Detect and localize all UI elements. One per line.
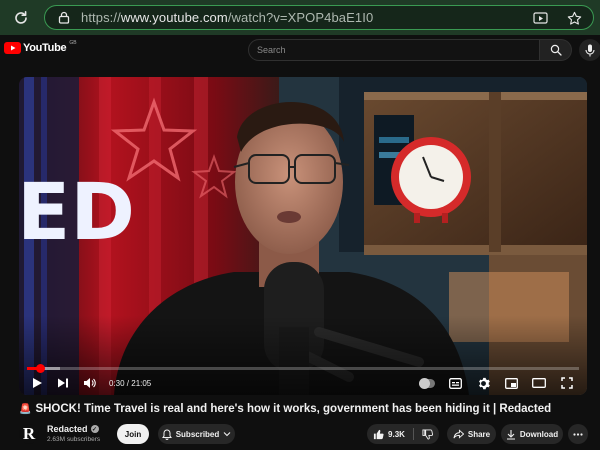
- url-text[interactable]: https://www.youtube.com/watch?v=XPOP4baE…: [81, 10, 373, 25]
- search-input[interactable]: [249, 40, 539, 60]
- reload-icon[interactable]: [10, 7, 32, 29]
- bell-icon: [161, 428, 172, 440]
- fullscreen-icon: [561, 377, 573, 389]
- subtitles-button[interactable]: [447, 375, 463, 391]
- siren-icon: 🚨: [19, 403, 32, 415]
- search-box: [248, 39, 540, 61]
- browser-toolbar: https://www.youtube.com/watch?v=XPOP4baE…: [0, 0, 600, 35]
- url-prefix: https://: [81, 10, 121, 25]
- autoplay-switch: [419, 377, 435, 389]
- autoplay-toggle[interactable]: [419, 375, 435, 391]
- youtube-logo[interactable]: YouTube GB: [4, 40, 77, 54]
- theater-icon: [532, 378, 546, 388]
- channel-name: Redacted: [47, 424, 88, 434]
- video-frame: ED: [19, 77, 587, 395]
- download-label: Download: [519, 429, 559, 439]
- thumbs-down-icon[interactable]: [422, 428, 433, 440]
- microphone-icon: [585, 44, 595, 56]
- share-label: Share: [467, 429, 491, 439]
- app-available-icon[interactable]: [531, 9, 549, 27]
- share-icon: [453, 429, 464, 439]
- next-button[interactable]: [55, 375, 71, 391]
- progress-bar[interactable]: [27, 364, 579, 373]
- join-button[interactable]: Join: [117, 424, 149, 444]
- channel-avatar[interactable]: R: [19, 424, 39, 444]
- volume-button[interactable]: [81, 375, 97, 391]
- subscribed-button[interactable]: Subscribed: [158, 424, 235, 444]
- gear-icon: [478, 377, 490, 389]
- more-actions-button[interactable]: [568, 424, 588, 444]
- channel-name-link[interactable]: Redacted ✓: [47, 424, 99, 434]
- settings-button[interactable]: [475, 375, 491, 391]
- download-button[interactable]: Download: [501, 424, 563, 444]
- video-title-row: 🚨 SHOCK! Time Travel is real and here's …: [19, 403, 589, 415]
- subscribed-label: Subscribed: [175, 429, 220, 439]
- search-icon: [550, 44, 562, 56]
- volume-icon: [83, 378, 96, 388]
- youtube-header: YouTube GB: [0, 35, 600, 65]
- captions-icon: [448, 377, 462, 389]
- video-player[interactable]: ED 0:30 / 21:05: [19, 77, 587, 395]
- thumbs-up-icon[interactable]: [373, 429, 384, 440]
- subscriber-count: 2.63M subscribers: [47, 436, 101, 443]
- search-button[interactable]: [540, 39, 572, 61]
- address-bar[interactable]: https://www.youtube.com/watch?v=XPOP4baE…: [44, 5, 594, 30]
- voice-search-button[interactable]: [579, 39, 600, 61]
- favorite-star-icon[interactable]: [565, 9, 583, 27]
- video-title: SHOCK! Time Travel is real and here's ho…: [35, 403, 552, 415]
- miniplayer-button[interactable]: [503, 375, 519, 391]
- channel-action-row: R Redacted ✓ 2.63M subscribers Join Subs…: [19, 423, 591, 445]
- like-count[interactable]: 9.3K: [388, 430, 405, 439]
- fullscreen-button[interactable]: [559, 375, 575, 391]
- download-icon: [506, 429, 515, 440]
- logo-text: YouTube: [23, 42, 67, 54]
- chevron-down-icon: [223, 432, 231, 437]
- url-host: www.youtube.com: [120, 10, 228, 25]
- theater-mode-button[interactable]: [531, 375, 547, 391]
- time-display: 0:30 / 21:05: [109, 378, 152, 388]
- like-dislike-group: 9.3K: [367, 424, 439, 444]
- more-horizontal-icon: [573, 432, 583, 436]
- site-info-icon[interactable]: [57, 11, 71, 25]
- play-button[interactable]: [29, 375, 45, 391]
- join-label: Join: [124, 429, 142, 439]
- miniplayer-icon: [504, 377, 518, 389]
- play-icon: [33, 378, 42, 388]
- youtube-play-icon: [4, 42, 21, 54]
- skip-next-icon: [58, 378, 68, 388]
- share-button[interactable]: Share: [447, 424, 496, 444]
- region-code: GB: [69, 40, 77, 46]
- url-path: /watch?v=XPOP4baE1I0: [227, 10, 374, 25]
- verified-check-icon: ✓: [90, 425, 99, 433]
